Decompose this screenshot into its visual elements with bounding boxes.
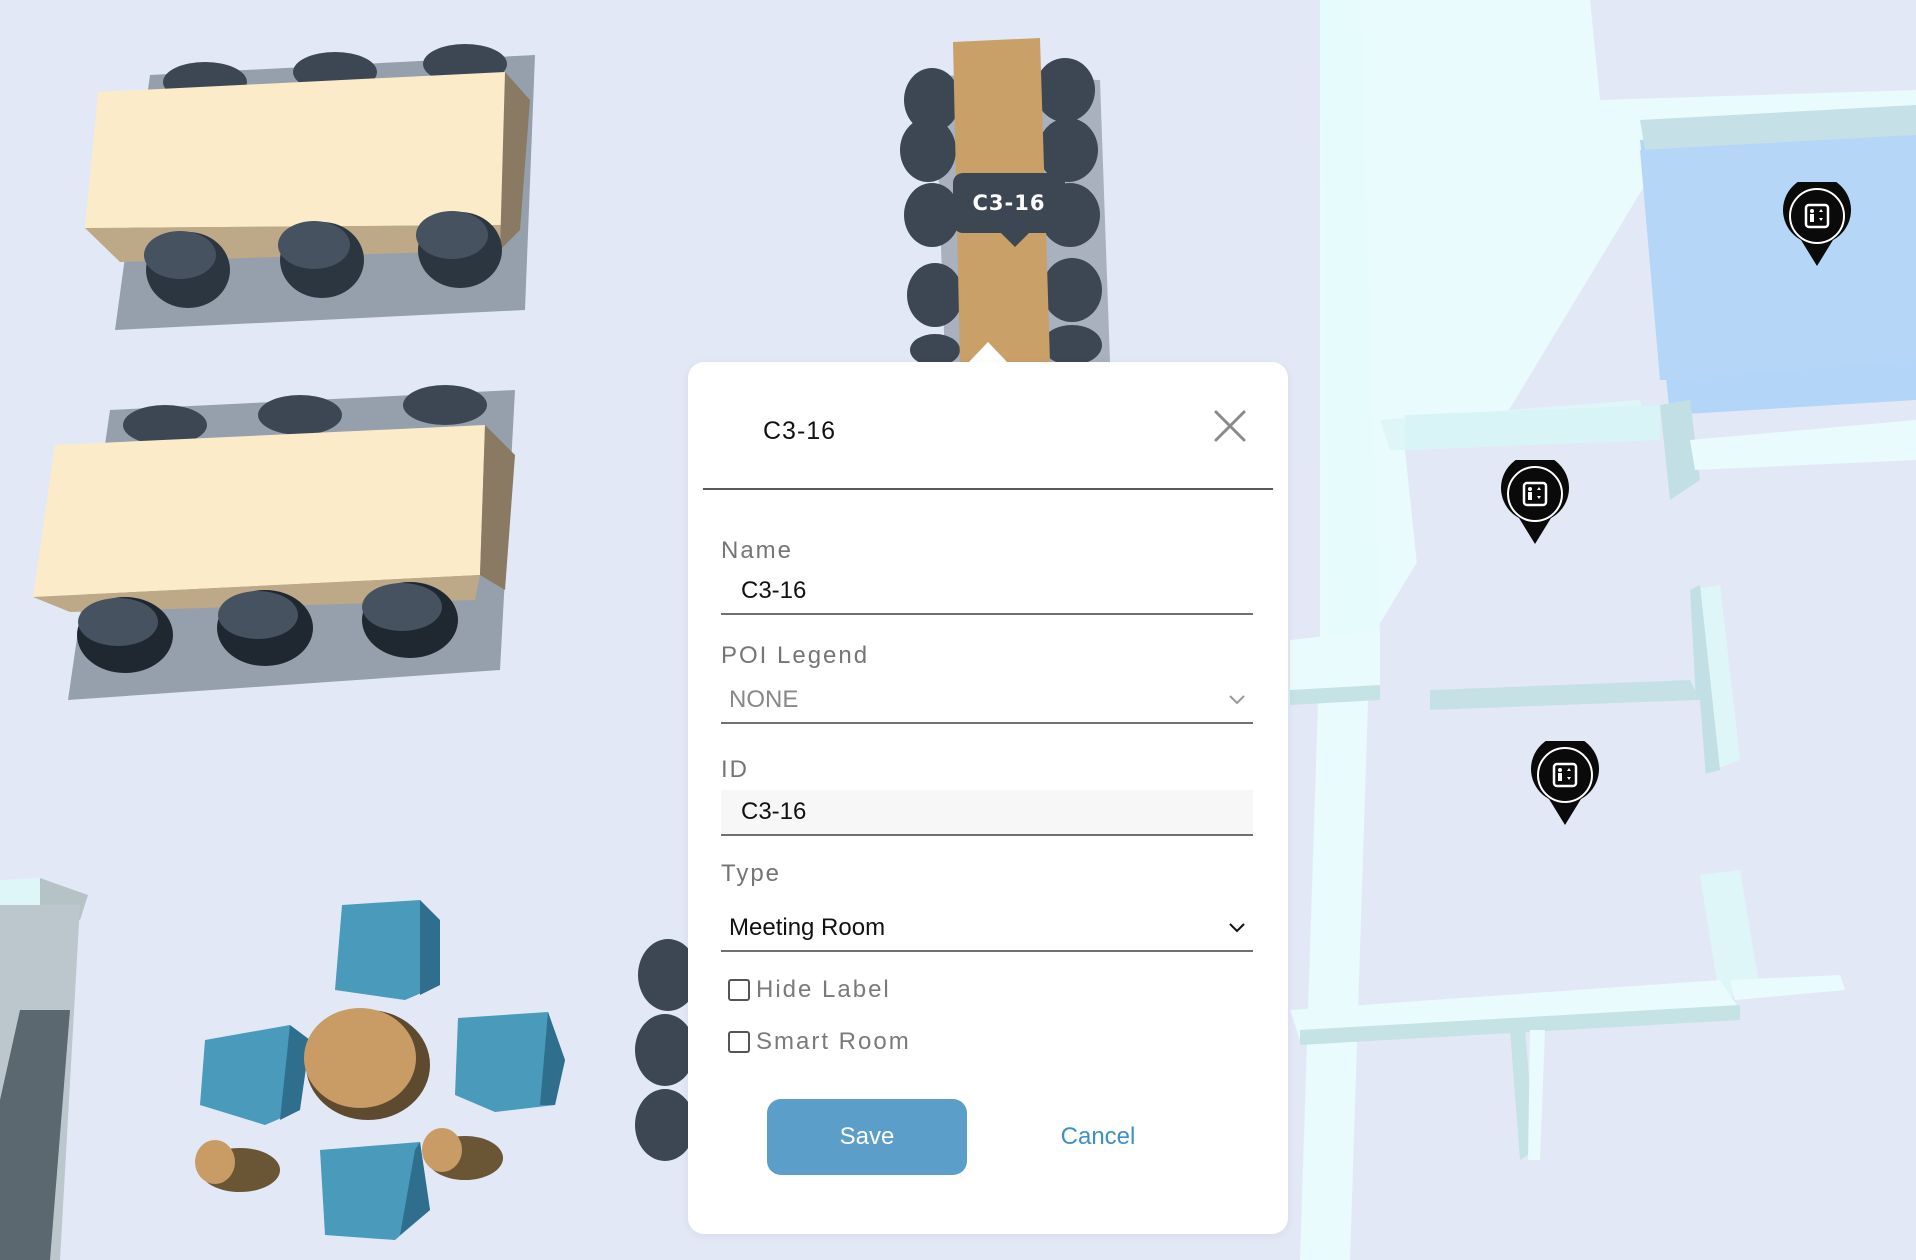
name-input[interactable]: C3-16 [721, 569, 1253, 615]
lounge-cluster [195, 900, 565, 1240]
checkbox-icon[interactable] [728, 1031, 750, 1053]
name-label: Name [721, 537, 794, 564]
type-label: Type [721, 860, 782, 887]
poi-legend-select[interactable]: NONE [721, 678, 1253, 724]
title-divider [703, 488, 1273, 490]
elevator-icon [1783, 176, 1851, 266]
dialog-title: C3-16 [763, 417, 837, 445]
save-button[interactable]: Save [767, 1099, 967, 1175]
smart-room-text: Smart Room [756, 1028, 911, 1055]
elevator-icon [1501, 454, 1569, 544]
poi-legend-label: POI Legend [721, 642, 870, 669]
type-value: Meeting Room [729, 914, 886, 941]
elevator-pin-3[interactable] [1529, 735, 1601, 827]
room-edit-dialog: C3-16 Name C3-16 POI Legend NONE ID C3-1… [688, 362, 1288, 1234]
desk-cluster-2 [33, 385, 515, 700]
cancel-button[interactable]: Cancel [1018, 1099, 1178, 1175]
close-icon [1214, 410, 1246, 442]
checkbox-icon[interactable] [728, 979, 750, 1001]
smart-room-checkbox[interactable]: Smart Room [728, 1028, 911, 1056]
dialog-pointer [968, 342, 1008, 363]
type-select[interactable]: Meeting Room [721, 906, 1253, 952]
map-room-label[interactable]: C3-16 [953, 173, 1065, 247]
id-label: ID [721, 756, 749, 783]
elevator-icon [1531, 735, 1599, 825]
elevator-pin-1[interactable] [1781, 176, 1853, 268]
poi-legend-value: NONE [729, 686, 799, 713]
chevron-down-icon [1229, 923, 1245, 933]
elevator-pin-2[interactable] [1499, 454, 1571, 546]
desk-cluster-1 [85, 44, 535, 330]
chevron-down-icon [1229, 695, 1245, 705]
id-input[interactable]: C3-16 [721, 790, 1253, 836]
hide-label-checkbox[interactable]: Hide Label [728, 976, 891, 1004]
close-button[interactable] [1210, 406, 1250, 446]
hide-label-text: Hide Label [756, 976, 891, 1003]
